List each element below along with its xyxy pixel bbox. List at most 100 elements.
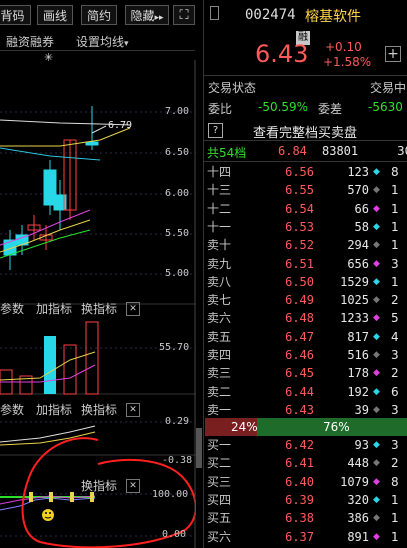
level-volume: 58 (354, 219, 369, 234)
level-extra: 3 (391, 256, 399, 271)
sell-row[interactable]: 卖四 6.46 516 ◆ 3 (207, 347, 407, 363)
vol-bar (63, 344, 77, 395)
trade-status-value: 交易中 (370, 81, 407, 95)
level-price: 6.38 (285, 511, 314, 526)
buy-row[interactable]: 买三 6.40 1079 ◆ 8 (207, 474, 407, 490)
level-extra: 2 (391, 293, 399, 308)
sell-row[interactable]: 十一 6.53 58 ◆ 1 (207, 219, 407, 235)
diamond-icon: ◆ (373, 331, 380, 342)
level-name: 买五 (207, 511, 232, 526)
divider (204, 75, 407, 76)
trade-status-label: 交易状态 (208, 81, 257, 95)
level-name: 卖六 (207, 311, 232, 326)
vol-add-indicator-button[interactable]: 加指标 (36, 300, 72, 317)
hide-label: 隐藏 (130, 9, 155, 23)
level-extra: 8 (391, 474, 399, 489)
level-name: 卖七 (207, 293, 232, 308)
level-name: 卖九 (207, 256, 232, 271)
vol-params-button[interactable]: 参数 (0, 300, 24, 317)
level-extra: 3 (391, 438, 399, 452)
level-volume: 123 (347, 165, 369, 179)
macd-switch-indicator-button[interactable]: 换指标 (81, 401, 117, 418)
buy-row[interactable]: 买四 6.39 320 ◆ 1 (207, 492, 407, 508)
level-name: 卖一 (207, 402, 232, 417)
diamond-icon: ◆ (373, 313, 380, 324)
macd-line (0, 425, 96, 443)
hide-button[interactable]: 隐藏▸▸ (125, 5, 169, 25)
stock-code: 002474 (245, 7, 296, 23)
toolbar-button-1[interactable]: 背码 (0, 5, 31, 25)
macd-add-indicator-button[interactable]: 加指标 (36, 401, 72, 418)
diamond-icon: ◆ (373, 440, 380, 450)
kdj-marker (49, 492, 53, 502)
sell-row[interactable]: 卖一 6.43 39 ◆ 3 (207, 402, 407, 418)
diamond-icon: ◆ (373, 386, 380, 397)
diamond-icon: ◆ (373, 258, 380, 269)
level-price: 6.49 (285, 293, 314, 308)
level-volume: 891 (347, 529, 369, 544)
level-name: 十三 (207, 183, 232, 198)
level-extra: 1 (391, 511, 399, 526)
sell-row[interactable]: 卖六 6.48 1233 ◆ 5 (207, 310, 407, 326)
draw-line-button[interactable]: 画线 (37, 5, 73, 25)
level-name: 买一 (207, 438, 232, 452)
buy-row[interactable]: 买一 6.42 93 ◆ 3 (207, 437, 407, 453)
ma-settings-button[interactable]: 设置均线▾ (76, 33, 129, 50)
weibi-label: 委比 (208, 102, 233, 116)
vol-close-icon[interactable]: ✕ (126, 302, 140, 316)
kdj-switch-indicator-button[interactable]: 换指标 (81, 477, 117, 494)
diamond-icon: ◆ (373, 350, 380, 360)
add-icon[interactable]: + (385, 46, 401, 62)
buy-row[interactable]: 买二 6.41 448 ◆ 2 (207, 455, 407, 471)
bookmark-icon[interactable] (210, 6, 219, 20)
sell-row[interactable]: 卖五 6.47 817 ◆ 4 (207, 329, 407, 345)
vol-switch-indicator-button[interactable]: 换指标 (81, 300, 117, 317)
sell-row[interactable]: 卖八 6.50 1529 ◆ 1 (207, 274, 407, 290)
simple-mode-button[interactable]: 简约 (81, 5, 117, 25)
level-extra: 1 (391, 529, 399, 544)
sell-row[interactable]: 卖二 6.44 192 ◆ 6 (207, 384, 407, 400)
macd-params-button[interactable]: 参数 (0, 401, 24, 418)
diamond-icon: ◆ (373, 295, 380, 306)
sell-row[interactable]: 十四 6.56 123 ◆ 8 (207, 164, 407, 180)
level-price: 6.46 (285, 348, 314, 362)
sell-row[interactable]: 卖十 6.52 294 ◆ 1 (207, 237, 407, 253)
sell-row[interactable]: 十三 6.55 570 ◆ 1 (207, 182, 407, 198)
margin-trading-tab[interactable]: 融资融券 (6, 33, 54, 50)
total-price: 6.84 (278, 144, 307, 158)
level-price: 6.48 (285, 311, 314, 326)
high-marker-arrow (91, 125, 107, 134)
help-icon[interactable]: ? (208, 123, 223, 138)
level-extra: 2 (391, 456, 399, 471)
level-volume: 386 (347, 511, 369, 526)
double-chevron-icon: ▸▸ (154, 13, 164, 23)
level-volume: 817 (347, 329, 369, 344)
level-volume: 516 (347, 348, 369, 362)
kdj-close-icon[interactable]: ✕ (126, 479, 140, 493)
sell-row[interactable]: 卖九 6.51 656 ◆ 3 (207, 256, 407, 272)
diamond-icon: ◆ (373, 531, 380, 542)
diamond-icon: ◆ (373, 494, 380, 505)
level-name: 买四 (207, 492, 232, 507)
kdj-axis-label: 0.00 (162, 529, 187, 540)
level-name: 买六 (207, 529, 232, 544)
collapse-handle[interactable] (196, 428, 202, 468)
sell-row[interactable]: 卖三 6.45 178 ◆ 2 (207, 365, 407, 381)
vol-axis-label: 55.70 (159, 342, 190, 353)
view-full-book-link[interactable]: 查看完整档买卖盘 (253, 122, 357, 141)
level-price: 6.39 (285, 492, 314, 507)
buy-row[interactable]: 买六 6.37 891 ◆ 1 (207, 529, 407, 545)
diamond-icon: ◆ (373, 221, 380, 232)
expand-icon[interactable]: ⛶ (173, 5, 195, 25)
sell-row[interactable]: 卖七 6.49 1025 ◆ 2 (207, 292, 407, 308)
sell-row[interactable]: 十二 6.54 66 ◆ 1 (207, 201, 407, 217)
ma-line-yellow2 (0, 219, 91, 253)
divider (204, 161, 407, 162)
macd-close-icon[interactable]: ✕ (126, 403, 140, 417)
level-volume: 656 (347, 256, 369, 271)
level-price: 6.51 (285, 256, 314, 271)
weibi-value: -50.59% (258, 100, 309, 114)
candles (3, 106, 99, 270)
level-extra: 1 (391, 274, 399, 289)
buy-row[interactable]: 买五 6.38 386 ◆ 1 (207, 510, 407, 526)
